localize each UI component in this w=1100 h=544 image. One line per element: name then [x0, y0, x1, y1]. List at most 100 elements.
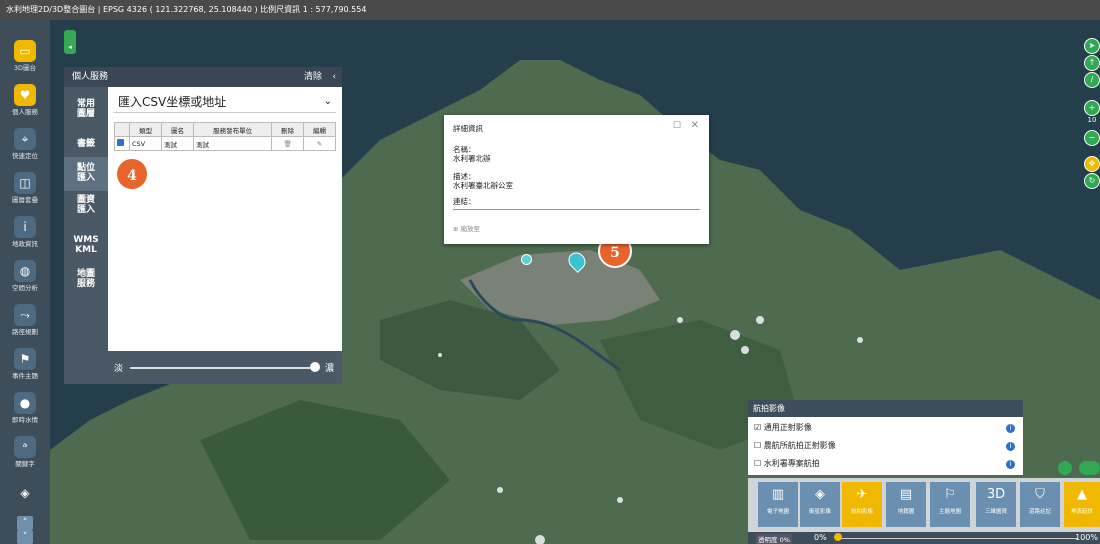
clear-button[interactable]: 清除: [304, 67, 322, 87]
monitor-icon: ▭: [14, 40, 36, 62]
north-icon[interactable]: ↑: [1084, 55, 1100, 71]
transparency-slider[interactable]: 淡 濃: [108, 351, 342, 384]
basemap-electronic[interactable]: ▥ 電子地圖: [758, 482, 798, 527]
collapse-tab[interactable]: ◂: [64, 30, 76, 54]
popup-title: 詳細資訊: [453, 124, 483, 133]
divider: [453, 209, 700, 210]
tab-label: 圖資 匯入: [76, 195, 95, 215]
satellite-icon: ◈: [815, 487, 825, 502]
zoom-to-button[interactable]: ⊕ 縮放至: [453, 223, 480, 233]
pegman-icon[interactable]: ✥: [1084, 156, 1100, 172]
opacity-min: 0%: [814, 533, 827, 542]
tab-point-import[interactable]: 點位 匯入: [64, 157, 108, 191]
zoom-in-button[interactable]: +: [1084, 100, 1100, 116]
field-desc-label: 描述：: [453, 172, 476, 181]
table-row: CSV 測試 測試 🗑 ✎: [114, 136, 336, 151]
leftbar-item-locate[interactable]: ⌖ 快速定位: [0, 122, 50, 166]
basemap-3d[interactable]: 3D 三維圖資: [976, 482, 1016, 527]
water-drop-icon: ●: [14, 392, 36, 414]
tab-label: 書籤: [76, 139, 95, 149]
basemap-cadastral[interactable]: ▤ 地籍圖: [886, 482, 926, 527]
leaf-icon[interactable]: [1058, 461, 1072, 475]
basemap-label: 地籍圖: [897, 509, 915, 515]
basemap-switcher: ▥ 電子地圖 ◈ 衛星影像 ✈ 航拍影像 ▤ 地籍圖 ⚐ 主題地圖 3D 三維圖資 ⛉ 道路註…: [748, 478, 1100, 532]
maximize-icon[interactable]: ☐: [673, 121, 681, 131]
basemap-label: 航拍影像: [850, 509, 873, 515]
zoom-out-button[interactable]: −: [1084, 130, 1100, 146]
collapse-panel-button[interactable]: ‹: [332, 67, 336, 87]
3d-icon: 3D: [986, 487, 1006, 502]
tab-bookmarks[interactable]: 書籤: [64, 139, 108, 151]
tab-label: 點位 匯入: [76, 163, 95, 183]
info-icon: i: [14, 216, 36, 238]
leftbar-item-spatial[interactable]: ◍ 空間分析: [0, 254, 50, 298]
location-pin-icon: ⌖: [14, 128, 36, 150]
option-label: 水利署專案航拍: [763, 459, 820, 468]
theme-map-icon: ⚐: [944, 487, 956, 502]
leftbar-item-land[interactable]: i 地政資訊: [0, 210, 50, 254]
leftbar-label: 路徑規劃: [12, 328, 38, 336]
basemap-road[interactable]: ⛉ 道路註記: [1020, 482, 1060, 527]
toggle-switch[interactable]: [1079, 461, 1100, 475]
checkbox-checked-icon: [117, 139, 124, 146]
basemap-theme[interactable]: ⚐ 主題地圖: [930, 482, 970, 527]
cell-type: CSV: [128, 136, 163, 151]
basemap-aerial[interactable]: ✈ 航拍影像: [842, 482, 882, 527]
personal-service-panel: 個人服務 清除 ‹ 常用 圖層 書籤 點位 匯入 圖資 匯入 WMS KML 地…: [64, 67, 342, 384]
tilt-icon[interactable]: /: [1084, 72, 1100, 88]
select-value: 匯入CSV坐標或地址: [118, 95, 227, 109]
slider-track[interactable]: [130, 367, 310, 369]
import-table: 類型 圖名 服務發布單位 刪除 編輯 CSV 測試 測試 🗑 ✎: [114, 122, 336, 151]
refresh-icon[interactable]: ↻: [1084, 173, 1100, 189]
keyword-icon: ᵃ: [14, 436, 36, 458]
scroll-down-button[interactable]: ˅: [17, 530, 33, 544]
import-type-select[interactable]: 匯入CSV坐標或地址 ⌄: [114, 92, 336, 113]
tab-data-import[interactable]: 圖資 匯入: [64, 195, 108, 219]
opacity-track[interactable]: [838, 538, 1078, 539]
aerial-option-water[interactable]: ☐ 水利署專案航拍: [754, 458, 820, 469]
leftbar-label: 個人服務: [12, 108, 38, 116]
tab-common-layers[interactable]: 常用 圖層: [64, 99, 108, 123]
close-icon[interactable]: ✕: [691, 120, 699, 131]
tab-label: 常用 圖層: [76, 99, 95, 119]
slider-handle[interactable]: [310, 362, 320, 372]
leftbar-item-3d[interactable]: ▭ 3D圖台: [0, 34, 50, 78]
leftbar-item-personal[interactable]: ♥ 個人服務: [0, 78, 50, 122]
basemap-satellite[interactable]: ◈ 衛星影像: [800, 482, 840, 527]
col-edit: 編輯: [303, 122, 336, 137]
aerial-option-agri[interactable]: ☐ 農航所航拍正射影像: [754, 440, 836, 451]
flag-icon: ⚑: [14, 348, 36, 370]
panel-header: 個人服務 清除 ‹: [64, 67, 342, 87]
opacity-handle[interactable]: [834, 533, 842, 541]
tab-map-service[interactable]: 地圖 服務: [64, 269, 108, 293]
scroll-up-button[interactable]: ˄: [17, 516, 33, 530]
leftbar-item-layers[interactable]: ◫ 圖層套疊: [0, 166, 50, 210]
route-icon: ⤳: [14, 304, 36, 326]
road-icon: ⛉: [1035, 487, 1045, 502]
map-marker-secondary[interactable]: [521, 254, 532, 265]
leftbar-item-eraser[interactable]: ◈: [0, 476, 50, 520]
table-header-row: 類型 圖名 服務發布單位 刪除 編輯: [114, 122, 336, 137]
compass-icon[interactable]: ➤: [1084, 38, 1100, 54]
delete-button[interactable]: 🗑: [271, 136, 305, 151]
terrain-icon: ▲: [1077, 487, 1087, 502]
basemap-label: 衛星影像: [808, 509, 831, 515]
opacity-max: 100%: [1075, 533, 1098, 542]
basemap-terrain[interactable]: ▲ 地表起伏: [1064, 482, 1100, 527]
col-unit: 服務發布單位: [193, 122, 273, 137]
leftbar-item-water[interactable]: ● 即時水情: [0, 386, 50, 430]
info-icon[interactable]: i: [1006, 442, 1015, 451]
info-icon[interactable]: i: [1006, 424, 1015, 433]
zoom-level: 10: [1087, 116, 1097, 124]
aerial-title: 航拍影像: [748, 400, 1023, 417]
leftbar-item-event[interactable]: ⚑ 事件主題: [0, 342, 50, 386]
basemap-label: 道路註記: [1028, 509, 1051, 515]
row-checkbox[interactable]: [114, 136, 130, 151]
aerial-option-general[interactable]: ☑ 通用正射影像: [754, 422, 812, 433]
edit-button[interactable]: ✎: [303, 136, 336, 151]
leftbar-item-route[interactable]: ⤳ 路徑規劃: [0, 298, 50, 342]
layers-icon: ◫: [14, 172, 36, 194]
tab-wms-kml[interactable]: WMS KML: [64, 235, 108, 259]
info-icon[interactable]: i: [1006, 460, 1015, 469]
leftbar-item-keyword[interactable]: ᵃ 關鍵字: [0, 430, 50, 474]
